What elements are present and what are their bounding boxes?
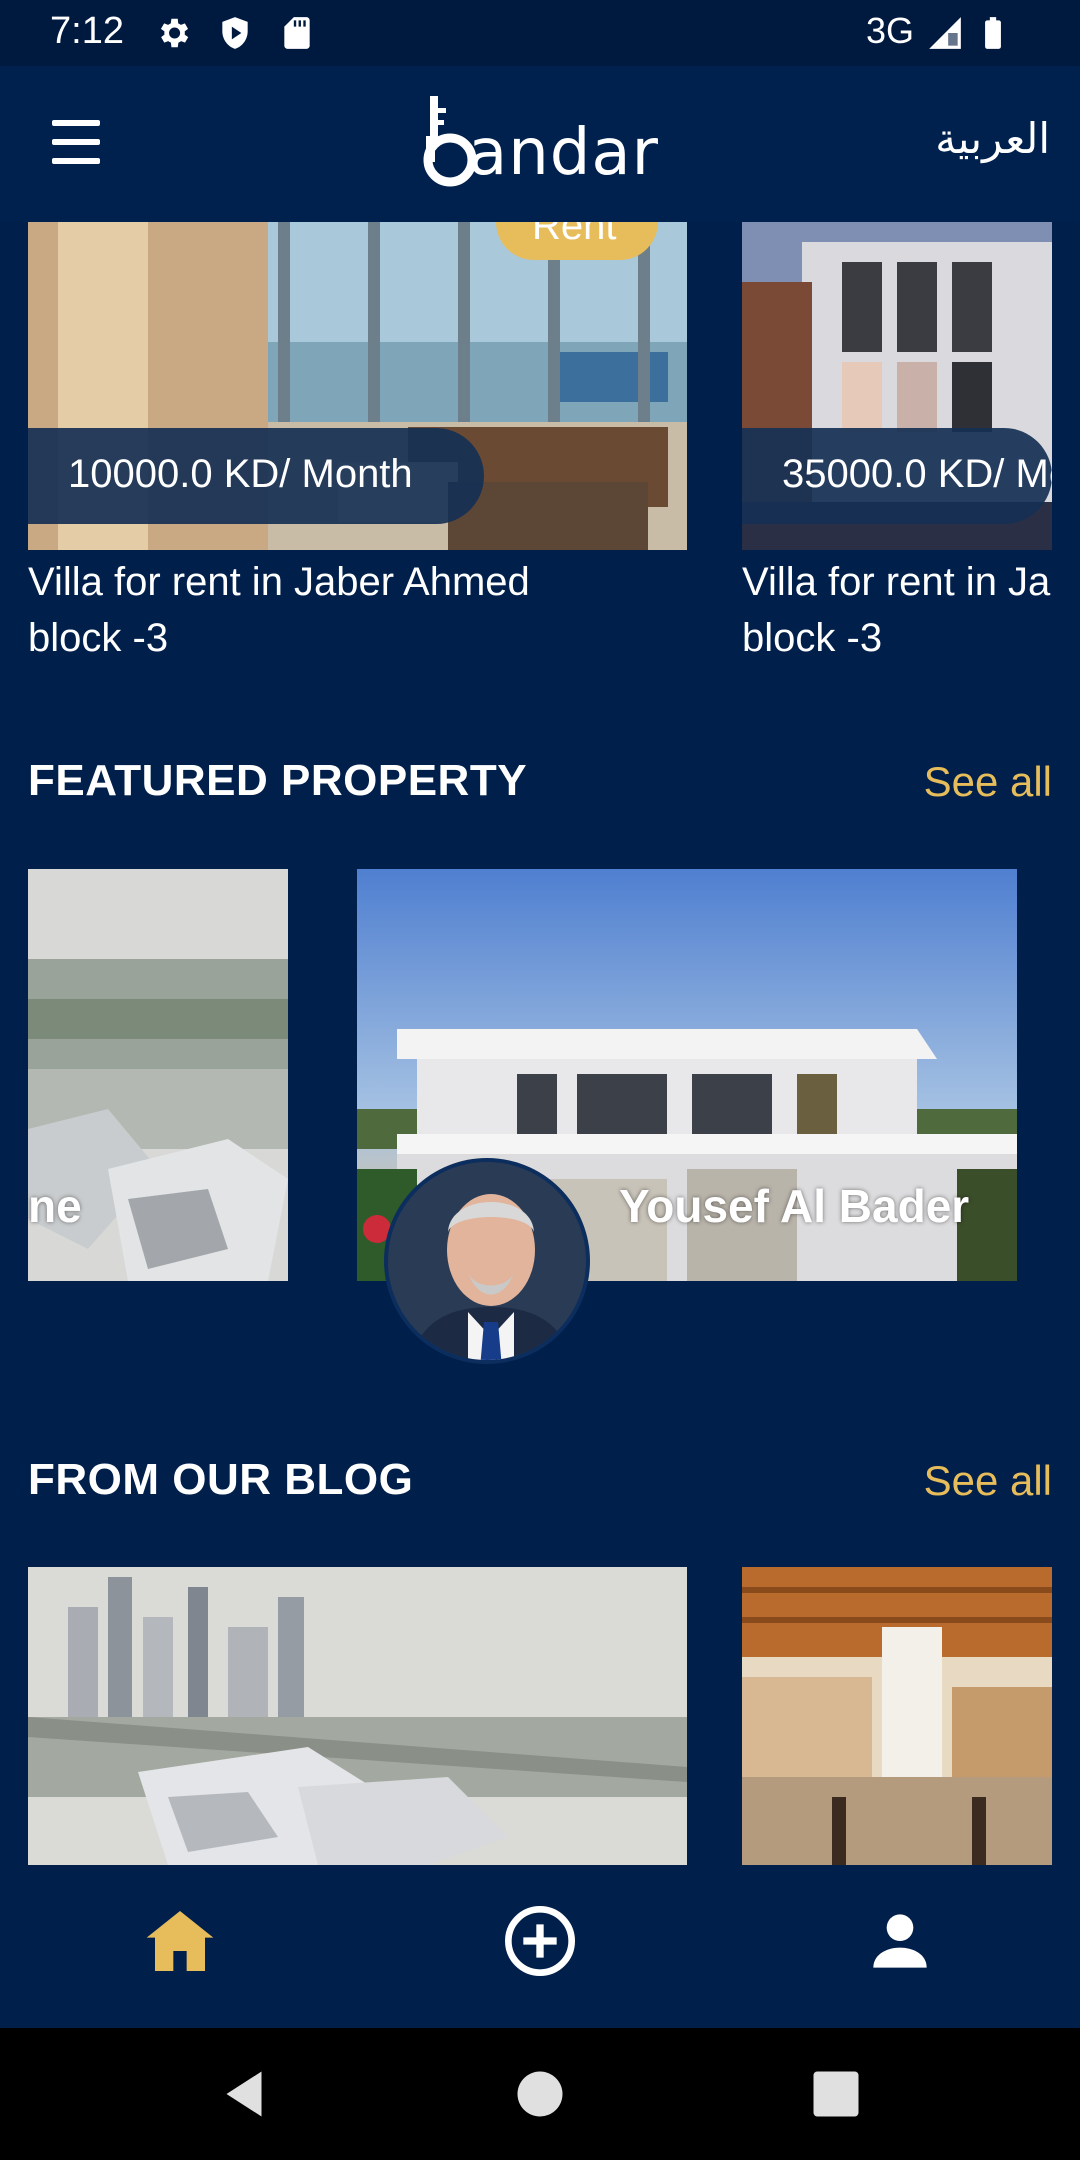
bandar-logo: andar	[420, 92, 660, 192]
rent-badge: Rent	[496, 222, 658, 260]
settings-icon	[160, 18, 189, 48]
home-circle-icon[interactable]	[510, 2064, 570, 2124]
blog-photo-kitchen	[742, 1567, 1052, 1865]
sd-card-icon	[284, 17, 310, 49]
battery-icon	[985, 17, 1001, 49]
featured-see-all-link[interactable]: See all	[924, 758, 1052, 806]
featured-section-title: FEATURED PROPERTY	[28, 756, 528, 805]
profile-icon[interactable]	[860, 1901, 940, 1981]
agent-name: ne	[28, 1180, 82, 1232]
blog-see-all-link[interactable]: See all	[924, 1457, 1052, 1505]
logo-text: andar	[468, 116, 659, 190]
blog-card[interactable]	[742, 1567, 1052, 1865]
blog-photo-city-skyline	[28, 1567, 687, 1865]
blog-card[interactable]	[28, 1567, 687, 1865]
shield-play-icon	[222, 17, 248, 49]
back-icon[interactable]	[214, 2064, 274, 2124]
status-time: 7:12	[50, 10, 124, 52]
blog-section-title: FROM OUR BLOG	[28, 1455, 414, 1504]
network-type: 3G	[866, 10, 915, 51]
app-bar: andar العربية	[0, 66, 1080, 222]
agent-photo	[388, 1162, 586, 1360]
agent-name: Yousef Al Bader	[619, 1180, 970, 1232]
add-property-icon[interactable]	[500, 1901, 580, 1981]
bottom-navigation	[0, 1865, 1080, 2028]
price-tag: 35000.0 KD/ Month	[742, 428, 1052, 524]
agent-avatar[interactable]	[384, 1158, 590, 1364]
listing-title[interactable]: Villa for rent in Jaber Ahmed block -3	[742, 554, 1052, 666]
status-bar: 7:12 3G	[0, 0, 1080, 66]
price-tag: 10000.0 KD/ Month	[28, 428, 484, 524]
listing-title[interactable]: Villa for rent in Jaber Ahmed block -3	[28, 554, 668, 666]
menu-icon[interactable]	[48, 118, 104, 168]
home-icon[interactable]	[140, 1901, 220, 1981]
signal-icon	[929, 17, 961, 49]
price-text: 35000.0 KD/ Month	[782, 452, 1052, 496]
recents-icon[interactable]	[806, 2064, 866, 2124]
price-text: 10000.0 KD/ Month	[68, 452, 413, 496]
featured-card[interactable]: ne	[28, 869, 288, 1281]
language-toggle-link[interactable]: العربية	[935, 114, 1050, 163]
system-navigation-bar	[0, 2028, 1080, 2160]
